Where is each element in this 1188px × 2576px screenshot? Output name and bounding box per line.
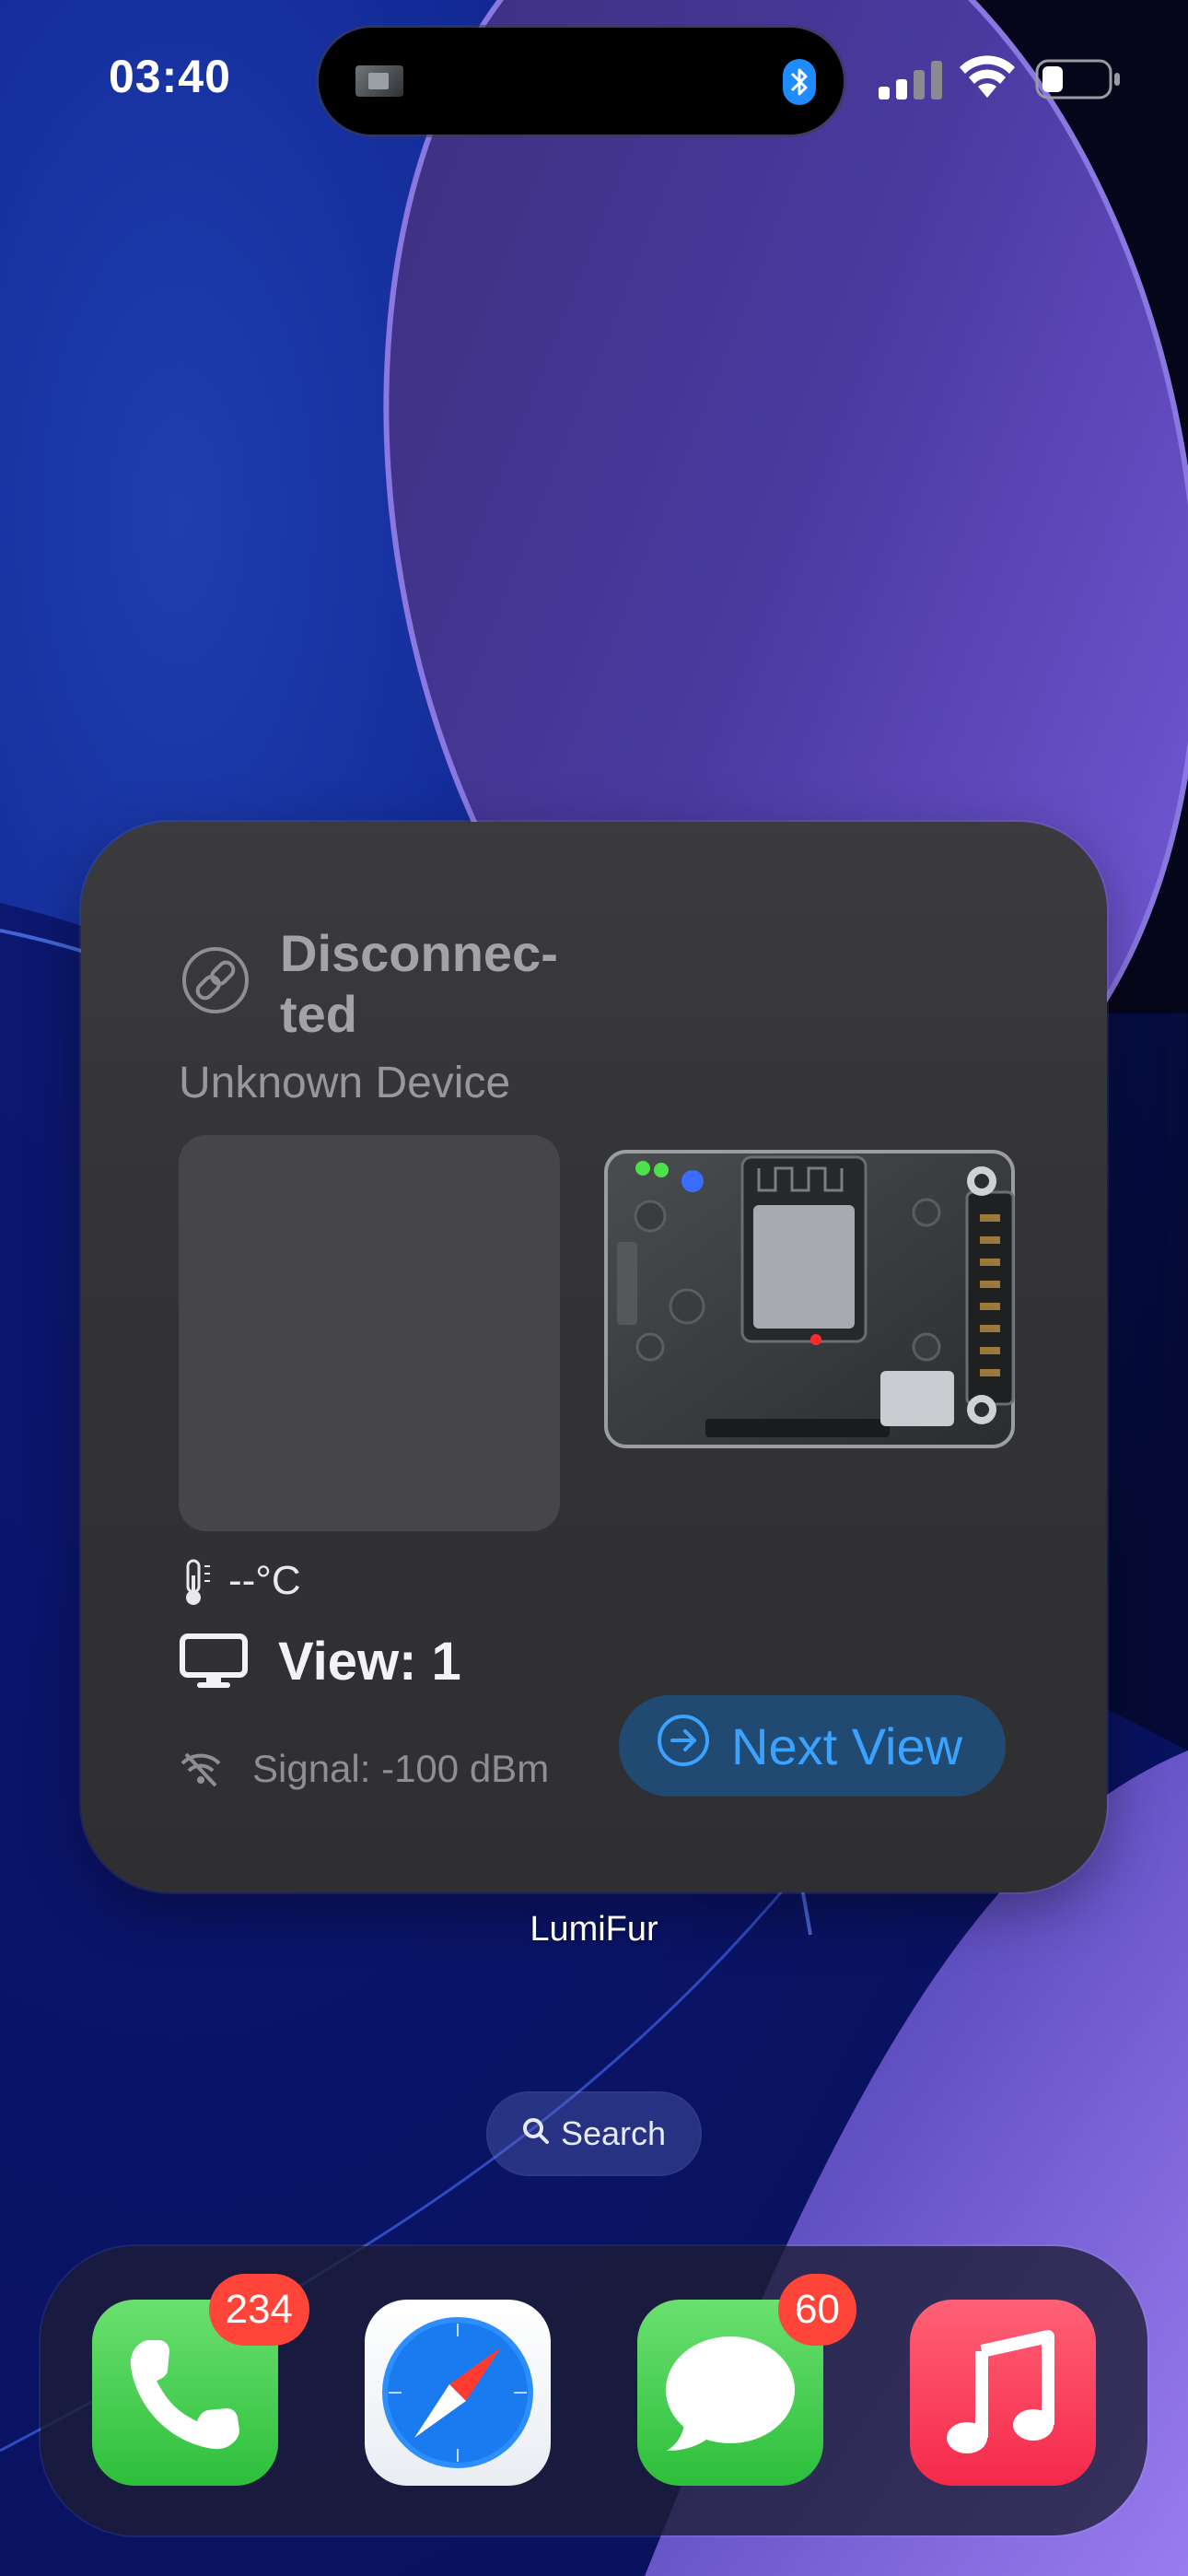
wifi-icon [958,55,1017,104]
face-preview-placeholder [179,1135,560,1531]
lumifur-widget[interactable]: Disconnec-ted Unknown Device --°C View: … [81,822,1107,1892]
temperature-value: --°C [228,1558,301,1603]
next-view-button[interactable]: Next View [619,1695,1006,1797]
battery-icon [1035,59,1122,104]
search-button[interactable]: Search [488,2093,700,2174]
widget-app-label: LumiFur [530,1910,658,1949]
dock-app-music[interactable] [910,2300,1096,2486]
phone-badge: 234 [208,2274,309,2346]
device-name: Unknown Device [179,1059,511,1107]
messages-badge: 60 [778,2274,856,2346]
music-note-icon [947,2330,1054,2453]
dock-app-safari[interactable] [365,2300,551,2486]
device-board-icon [355,65,403,97]
next-view-label: Next View [731,1716,963,1775]
thermometer-icon [179,1557,215,1611]
dynamic-island[interactable] [319,28,844,135]
bluetooth-icon [783,59,816,105]
dock-app-phone[interactable]: 234 [92,2274,309,2486]
connection-status: Disconnec-ted [280,924,558,1043]
cellular-signal-icon [879,61,945,104]
status-time: 03:40 [109,51,231,102]
display-icon [179,1633,249,1694]
arrow-right-circle-icon [656,1713,711,1780]
view-number: View: 1 [278,1632,461,1692]
wifi-slash-icon [179,1751,223,1792]
link-icon [181,945,250,1020]
compass-icon [382,2317,533,2468]
dock-app-messages[interactable]: 60 [637,2274,856,2486]
search-label: Search [560,2114,667,2152]
device-board-image [604,1150,1030,1453]
signal-strength: Signal: -100 dBm [252,1747,550,1790]
search-icon [522,2114,550,2153]
